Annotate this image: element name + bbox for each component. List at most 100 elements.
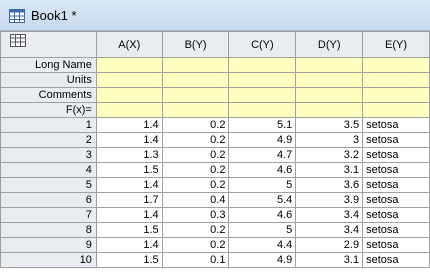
table-cell[interactable]: 0.2 xyxy=(161,147,230,163)
table-cell[interactable]: 1.5 xyxy=(95,162,163,178)
table-row: 3 1.3 0.2 4.7 3.2 setosa xyxy=(0,147,430,163)
table-cell[interactable]: 1.4 xyxy=(95,177,163,193)
column-header-D[interactable]: D(Y) xyxy=(295,31,364,58)
table-cell[interactable]: 3.1 xyxy=(295,162,364,178)
metadata-row-label[interactable]: F(x)= xyxy=(0,102,97,118)
table-cell[interactable]: 1.7 xyxy=(95,192,163,208)
table-cell[interactable]: 1.4 xyxy=(95,117,163,133)
table-cell[interactable]: 3.1 xyxy=(295,252,364,268)
table-cell[interactable]: 4.9 xyxy=(228,132,297,148)
column-header-A[interactable]: A(X) xyxy=(95,31,163,58)
table-cell[interactable]: setosa xyxy=(362,237,430,253)
metadata-cell[interactable] xyxy=(362,57,430,73)
column-header-B[interactable]: B(Y) xyxy=(161,31,230,58)
table-cell[interactable]: setosa xyxy=(362,117,430,133)
metadata-cell[interactable] xyxy=(362,102,430,118)
metadata-cell[interactable] xyxy=(95,57,163,73)
row-number[interactable]: 7 xyxy=(0,207,97,223)
metadata-cell[interactable] xyxy=(295,72,364,88)
table-cell[interactable]: setosa xyxy=(362,177,430,193)
metadata-cell[interactable] xyxy=(295,102,364,118)
table-cell[interactable]: setosa xyxy=(362,132,430,148)
metadata-row-label[interactable]: Long Name xyxy=(0,57,97,73)
table-cell[interactable]: 0.2 xyxy=(161,237,230,253)
worksheet-grid[interactable]: A(X) B(Y) C(Y) D(Y) E(Y) Long Name Units C… xyxy=(0,31,430,274)
metadata-cell[interactable] xyxy=(295,87,364,103)
metadata-cell[interactable] xyxy=(228,102,297,118)
metadata-cell[interactable] xyxy=(95,72,163,88)
row-number[interactable]: 5 xyxy=(0,177,97,193)
metadata-row: Units xyxy=(0,72,430,88)
table-cell[interactable]: 3 xyxy=(295,132,364,148)
row-number[interactable]: 8 xyxy=(0,222,97,238)
table-row: 5 1.4 0.2 5 3.6 setosa xyxy=(0,177,430,193)
table-cell[interactable]: 1.3 xyxy=(95,147,163,163)
table-row: 1 1.4 0.2 5.1 3.5 setosa xyxy=(0,117,430,133)
metadata-row: Comments xyxy=(0,87,430,103)
table-cell[interactable]: 5 xyxy=(228,222,297,238)
table-cell[interactable]: setosa xyxy=(362,207,430,223)
table-cell[interactable]: 3.9 xyxy=(295,192,364,208)
row-number[interactable]: 6 xyxy=(0,192,97,208)
table-cell[interactable]: 1.4 xyxy=(95,237,163,253)
table-cell[interactable]: 0.4 xyxy=(161,192,230,208)
column-header-C[interactable]: C(Y) xyxy=(228,31,297,58)
metadata-row-label[interactable]: Units xyxy=(0,72,97,88)
metadata-cell[interactable] xyxy=(228,72,297,88)
metadata-cell[interactable] xyxy=(161,57,230,73)
table-cell[interactable]: 1.5 xyxy=(95,222,163,238)
table-cell[interactable]: setosa xyxy=(362,147,430,163)
table-cell[interactable]: 3.4 xyxy=(295,207,364,223)
metadata-cell[interactable] xyxy=(228,57,297,73)
table-cell[interactable]: 0.2 xyxy=(161,177,230,193)
table-cell[interactable]: 0.2 xyxy=(161,162,230,178)
column-header-E[interactable]: E(Y) xyxy=(362,31,430,58)
row-number[interactable]: 4 xyxy=(0,162,97,178)
table-cell[interactable]: 0.2 xyxy=(161,132,230,148)
row-number[interactable]: 1 xyxy=(0,117,97,133)
table-cell[interactable]: 5.1 xyxy=(228,117,297,133)
table-row: 8 1.5 0.2 5 3.4 setosa xyxy=(0,222,430,238)
table-cell[interactable]: 4.4 xyxy=(228,237,297,253)
metadata-cell[interactable] xyxy=(161,102,230,118)
table-cell[interactable]: 5 xyxy=(228,177,297,193)
table-cell[interactable]: setosa xyxy=(362,192,430,208)
metadata-cell[interactable] xyxy=(362,87,430,103)
table-cell[interactable]: 4.9 xyxy=(228,252,297,268)
metadata-cell[interactable] xyxy=(95,87,163,103)
metadata-cell[interactable] xyxy=(295,57,364,73)
table-cell[interactable]: 3.5 xyxy=(295,117,364,133)
table-cell[interactable]: 0.3 xyxy=(161,207,230,223)
table-cell[interactable]: 3.4 xyxy=(295,222,364,238)
table-cell[interactable]: 1.5 xyxy=(95,252,163,268)
row-number[interactable]: 3 xyxy=(0,147,97,163)
table-cell[interactable]: setosa xyxy=(362,162,430,178)
metadata-row-label[interactable]: Comments xyxy=(0,87,97,103)
table-cell[interactable]: 0.2 xyxy=(161,222,230,238)
table-cell[interactable]: setosa xyxy=(362,222,430,238)
table-cell[interactable]: 1.4 xyxy=(95,132,163,148)
table-cell[interactable]: 3.6 xyxy=(295,177,364,193)
table-cell[interactable]: 1.4 xyxy=(95,207,163,223)
row-number[interactable]: 9 xyxy=(0,237,97,253)
metadata-cell[interactable] xyxy=(228,87,297,103)
table-cell[interactable]: 5.4 xyxy=(228,192,297,208)
row-number[interactable]: 2 xyxy=(0,132,97,148)
table-cell[interactable]: 0.2 xyxy=(161,117,230,133)
table-cell[interactable]: 4.6 xyxy=(228,207,297,223)
metadata-cell[interactable] xyxy=(362,72,430,88)
metadata-cell[interactable] xyxy=(161,72,230,88)
table-cell[interactable]: setosa xyxy=(362,252,430,268)
metadata-cell[interactable] xyxy=(95,102,163,118)
table-cell[interactable]: 4.7 xyxy=(228,147,297,163)
table-row: 2 1.4 0.2 4.9 3 setosa xyxy=(0,132,430,148)
table-row: 9 1.4 0.2 4.4 2.9 setosa xyxy=(0,237,430,253)
select-all-corner[interactable] xyxy=(0,31,97,58)
row-number[interactable]: 10 xyxy=(0,252,97,268)
title-bar[interactable]: Book1 * xyxy=(0,0,430,31)
table-cell[interactable]: 2.9 xyxy=(295,237,364,253)
table-cell[interactable]: 3.2 xyxy=(295,147,364,163)
table-cell[interactable]: 0.1 xyxy=(161,252,230,268)
table-cell[interactable]: 4.6 xyxy=(228,162,297,178)
metadata-cell[interactable] xyxy=(161,87,230,103)
